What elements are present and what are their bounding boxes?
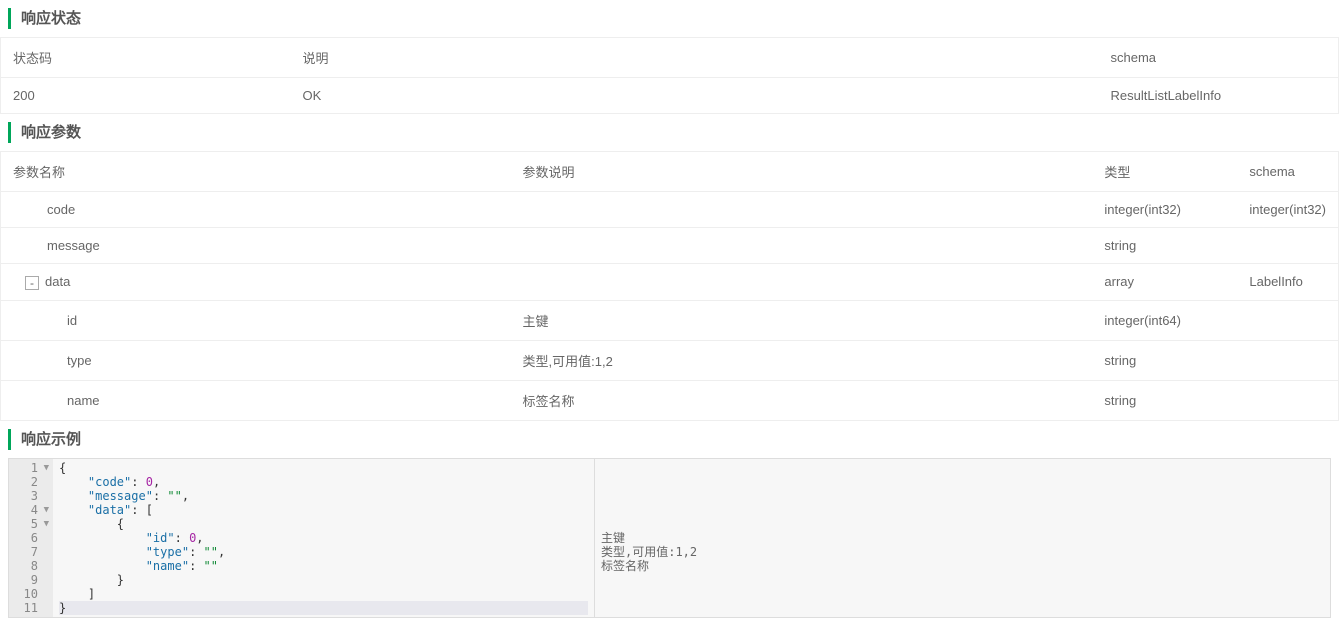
cell-param-schema	[1237, 228, 1338, 264]
cell-param-name: name	[1, 380, 511, 420]
col-status-desc: 说明	[291, 38, 1099, 78]
code-comment-area: 主键 类型,可用值:1,2 标签名称	[594, 459, 1330, 617]
code-text-area[interactable]: { "code": 0, "message": "", "data": [ { …	[53, 459, 594, 617]
code-gutter: 1▼ 2 3 4▼ 5▼ 6 7 8 9 10 11	[9, 459, 53, 617]
param-data-label: data	[45, 274, 70, 289]
cell-param-type: integer(int64)	[1092, 300, 1237, 340]
code-comment-line: 主键	[601, 531, 1324, 545]
cell-param-schema: LabelInfo	[1237, 264, 1338, 301]
section-title-example: 响应示例	[8, 429, 1339, 450]
cell-param-type: integer(int32)	[1092, 192, 1237, 228]
cell-param-desc: 标签名称	[511, 380, 1093, 420]
table-row: id 主键 integer(int64)	[1, 300, 1339, 340]
table-row: 200 OK ResultListLabelInfo	[1, 78, 1339, 114]
cell-param-name: id	[1, 300, 511, 340]
cell-status-code: 200	[1, 78, 291, 114]
table-row: code integer(int32) integer(int32)	[1, 192, 1339, 228]
fold-arrow-icon[interactable]: ▼	[40, 517, 49, 531]
cell-param-name: -data	[1, 264, 511, 301]
table-row: type 类型,可用值:1,2 string	[1, 340, 1339, 380]
cell-param-type: array	[1092, 264, 1237, 301]
cell-param-type: string	[1092, 380, 1237, 420]
cell-param-schema	[1237, 340, 1338, 380]
cell-param-name: type	[1, 340, 511, 380]
section-title-params: 响应参数	[8, 122, 1339, 143]
status-table: 状态码 说明 schema 200 OK ResultListLabelInfo	[0, 37, 1339, 114]
table-row: -data array LabelInfo	[1, 264, 1339, 301]
table-row: message string	[1, 228, 1339, 264]
cell-param-desc	[511, 228, 1093, 264]
cell-param-type: string	[1092, 228, 1237, 264]
cell-param-name: code	[1, 192, 511, 228]
table-header-row: 状态码 说明 schema	[1, 38, 1339, 78]
cell-param-desc	[511, 192, 1093, 228]
params-table: 参数名称 参数说明 类型 schema code integer(int32) …	[0, 151, 1339, 421]
col-param-name: 参数名称	[1, 152, 511, 192]
col-param-type: 类型	[1092, 152, 1237, 192]
section-title-status: 响应状态	[8, 8, 1339, 29]
cell-status-desc: OK	[291, 78, 1099, 114]
cell-param-name: message	[1, 228, 511, 264]
cell-param-desc: 类型,可用值:1,2	[511, 340, 1093, 380]
cell-status-schema: ResultListLabelInfo	[1099, 78, 1339, 114]
cell-param-desc	[511, 264, 1093, 301]
code-comment-line: 类型,可用值:1,2	[601, 545, 1324, 559]
cell-param-desc: 主键	[511, 300, 1093, 340]
col-status-code: 状态码	[1, 38, 291, 78]
cell-param-schema	[1237, 300, 1338, 340]
code-example-block: 1▼ 2 3 4▼ 5▼ 6 7 8 9 10 11 { "code": 0, …	[8, 458, 1331, 618]
code-comment-line: 标签名称	[601, 559, 1324, 573]
collapse-toggle-button[interactable]: -	[25, 276, 39, 290]
col-status-schema: schema	[1099, 38, 1339, 78]
col-param-desc: 参数说明	[511, 152, 1093, 192]
fold-arrow-icon[interactable]: ▼	[40, 503, 49, 517]
cell-param-schema	[1237, 380, 1338, 420]
table-row: name 标签名称 string	[1, 380, 1339, 420]
col-param-schema: schema	[1237, 152, 1338, 192]
cell-param-schema: integer(int32)	[1237, 192, 1338, 228]
fold-arrow-icon[interactable]: ▼	[40, 461, 49, 475]
cell-param-type: string	[1092, 340, 1237, 380]
table-header-row: 参数名称 参数说明 类型 schema	[1, 152, 1339, 192]
